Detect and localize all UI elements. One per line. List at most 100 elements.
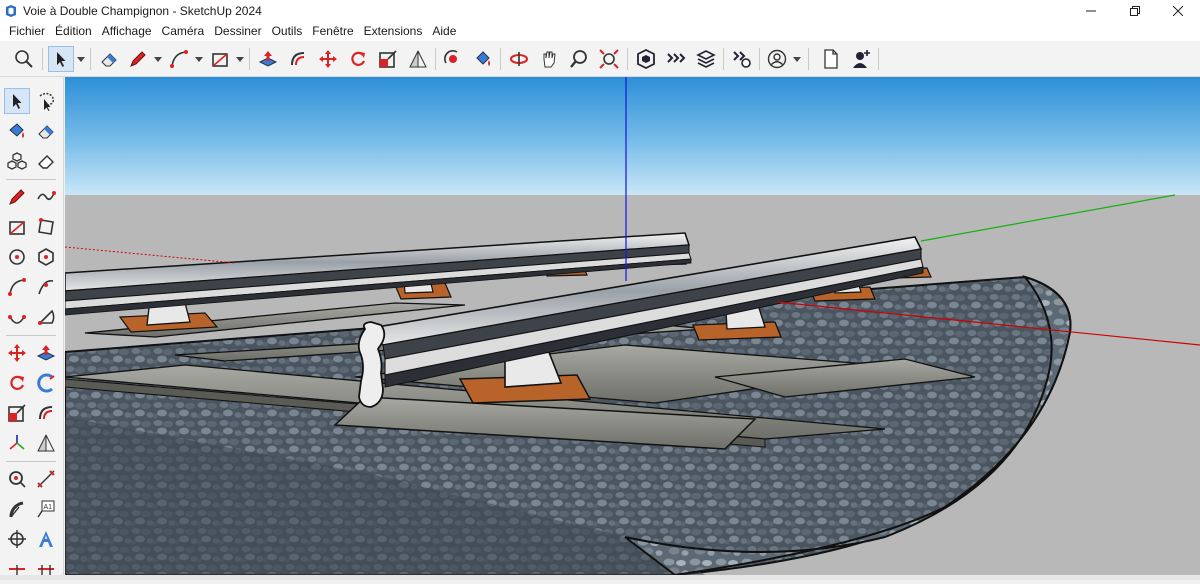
- chevron-down-icon[interactable]: [154, 55, 162, 63]
- arc-tool-button[interactable]: [4, 274, 30, 300]
- close-button[interactable]: [1156, 0, 1200, 21]
- follow-me-icon: [37, 373, 55, 393]
- menu-bar: Fichier Édition Affichage Caméra Dessine…: [0, 21, 1200, 41]
- rotate-button[interactable]: [345, 46, 371, 72]
- scale-button[interactable]: [375, 46, 401, 72]
- rotate-button[interactable]: [4, 370, 30, 396]
- pan-button[interactable]: [536, 46, 562, 72]
- close-icon: [1173, 5, 1183, 16]
- zoom-button[interactable]: [566, 46, 592, 72]
- eraser-icon: [101, 53, 117, 67]
- push-pull-button[interactable]: [255, 46, 281, 72]
- menu-aide[interactable]: Aide: [427, 21, 461, 41]
- section-cut-button[interactable]: [4, 526, 30, 552]
- menu-fichier[interactable]: Fichier: [0, 21, 50, 41]
- freehand-button[interactable]: [33, 184, 59, 210]
- section-plane-button[interactable]: [405, 46, 431, 72]
- account-button[interactable]: [764, 46, 790, 72]
- paint-bucket-button[interactable]: [4, 118, 30, 144]
- pie-button[interactable]: [33, 304, 59, 330]
- extension-warehouse-icon: [667, 53, 686, 63]
- eraser-button[interactable]: [96, 46, 122, 72]
- menu-dessiner[interactable]: Dessiner: [209, 21, 266, 41]
- warehouse-button[interactable]: [633, 46, 659, 72]
- protractor-icon: [9, 501, 24, 518]
- rectangle-tool-button[interactable]: [207, 46, 233, 72]
- minimize-button[interactable]: [1069, 0, 1113, 21]
- component-button[interactable]: [4, 148, 30, 174]
- layout-icon: [696, 50, 716, 68]
- axes-icon: [9, 435, 25, 450]
- add-user-button[interactable]: [848, 46, 874, 72]
- polygon-button[interactable]: [33, 244, 59, 270]
- section-plane-icon: [409, 50, 427, 68]
- tape-measure-button[interactable]: [4, 466, 30, 492]
- select-tool-button[interactable]: [4, 88, 30, 114]
- zoom-extents-button[interactable]: [596, 46, 622, 72]
- minimize-icon: [1086, 10, 1096, 11]
- warehouse-icon: [637, 49, 655, 69]
- title-bar: Voie à Double Champignon - SketchUp 2024: [0, 0, 1200, 21]
- 3d-text-button[interactable]: [33, 526, 59, 552]
- menu-affichage[interactable]: Affichage: [97, 21, 157, 41]
- push-pull-button[interactable]: [33, 340, 59, 366]
- section-plane-button[interactable]: [33, 430, 59, 456]
- text-label-button[interactable]: A1: [33, 496, 59, 522]
- select-tool-button[interactable]: [48, 46, 74, 72]
- offset-icon: [291, 52, 305, 66]
- arc-icon: [170, 50, 188, 68]
- paint-bucket-button[interactable]: [470, 46, 496, 72]
- axes-button[interactable]: [4, 430, 30, 456]
- move-button[interactable]: [315, 46, 341, 72]
- line-tool-button[interactable]: [125, 46, 151, 72]
- circle-icon: [9, 249, 25, 265]
- eraser-button[interactable]: [33, 118, 59, 144]
- scale-icon: [379, 50, 397, 68]
- line-tool-button[interactable]: [4, 184, 30, 210]
- chevron-down-icon[interactable]: [236, 55, 244, 63]
- search-button[interactable]: [11, 46, 37, 72]
- tag-eraser-button[interactable]: [33, 148, 59, 174]
- menu-extensions[interactable]: Extensions: [359, 21, 428, 41]
- protractor-button[interactable]: [4, 496, 30, 522]
- dimension-icon: [37, 470, 55, 488]
- menu-camera[interactable]: Caméra: [157, 21, 210, 41]
- two-point-arc-button[interactable]: [33, 274, 59, 300]
- position-camera-button[interactable]: [506, 46, 532, 72]
- rectangle-tool-button[interactable]: [4, 214, 30, 240]
- menu-outils[interactable]: Outils: [267, 21, 308, 41]
- chevron-down-icon[interactable]: [195, 55, 203, 63]
- layout-button[interactable]: [693, 46, 719, 72]
- circle-button[interactable]: [4, 244, 30, 270]
- move-icon: [319, 50, 337, 68]
- zoom-icon: [570, 50, 587, 68]
- new-file-button[interactable]: [818, 46, 844, 72]
- scale-button[interactable]: [4, 400, 30, 426]
- 3d-viewport[interactable]: [65, 77, 1200, 575]
- restore-button[interactable]: [1113, 0, 1157, 21]
- three-point-arc-button[interactable]: [4, 304, 30, 330]
- menu-fenetre[interactable]: Fenêtre: [307, 21, 358, 41]
- rectangle-icon: [9, 221, 25, 235]
- lasso-button[interactable]: [33, 88, 59, 114]
- offset-button[interactable]: [33, 400, 59, 426]
- extension-warehouse-button[interactable]: [663, 46, 689, 72]
- arc-tool-button[interactable]: [166, 46, 192, 72]
- model-scene[interactable]: [65, 77, 1200, 575]
- walk-button[interactable]: [4, 558, 30, 584]
- chevron-down-icon[interactable]: [77, 55, 85, 63]
- 3d-text-icon: [39, 531, 53, 547]
- rotated-rectangle-button[interactable]: [33, 214, 59, 240]
- section-cut-icon: [8, 530, 26, 548]
- menu-edition[interactable]: Édition: [50, 21, 97, 41]
- orbit-button[interactable]: [440, 46, 466, 72]
- chevron-down-icon[interactable]: [793, 55, 801, 63]
- follow-me-button[interactable]: [33, 370, 59, 396]
- extension-manager-button[interactable]: [729, 46, 755, 72]
- position-camera-icon: [510, 52, 528, 66]
- dimension-button[interactable]: [33, 466, 59, 492]
- move-button[interactable]: [4, 340, 30, 366]
- offset-button[interactable]: [285, 46, 311, 72]
- look-around-button[interactable]: [33, 558, 59, 584]
- freehand-icon: [37, 191, 56, 201]
